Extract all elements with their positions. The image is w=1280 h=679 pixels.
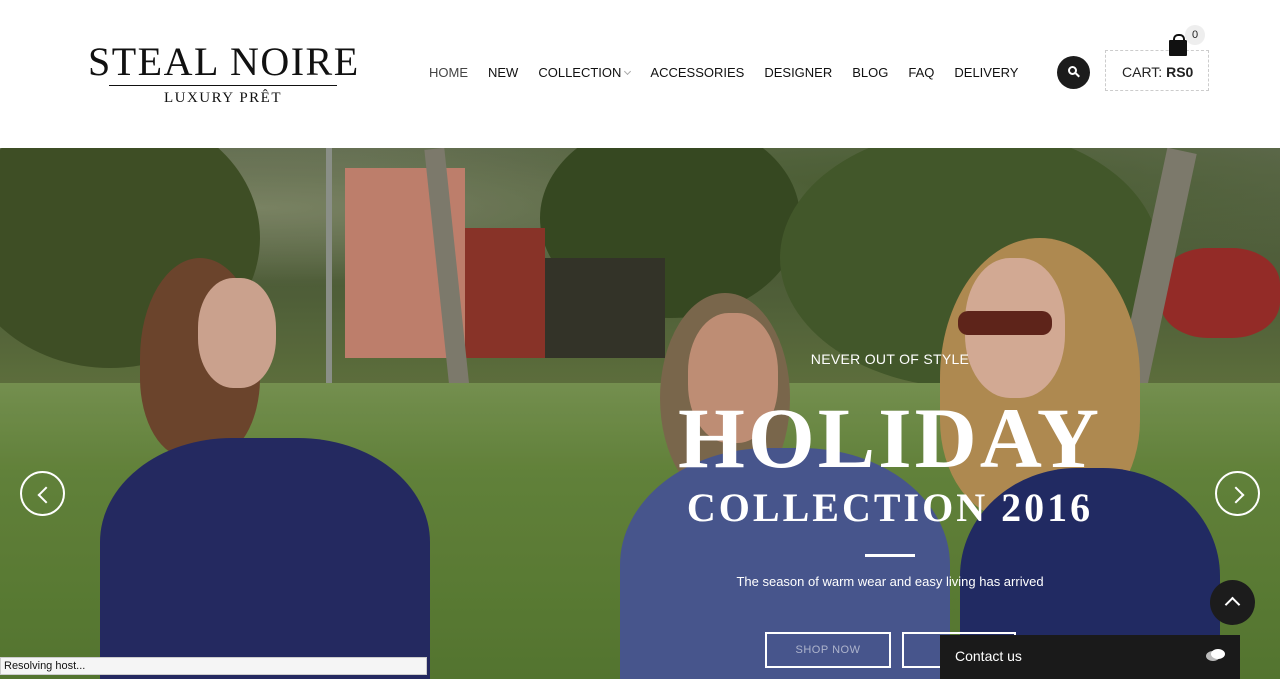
nav-item-label: ACCESSORIES [650, 65, 745, 80]
nav-item-new[interactable]: NEW [488, 64, 518, 81]
hero-description: The season of warm wear and easy living … [736, 574, 1044, 589]
logo-name: STEAL NOIRE [88, 39, 360, 84]
cart-summary: CART: RS0 [1122, 64, 1193, 80]
site-header: STEAL NOIRE LUXURY PRÊT HOME NEW COLLECT… [0, 0, 1280, 148]
nav-item-label: DESIGNER [764, 65, 833, 80]
hero-title: HOLIDAY [677, 390, 1103, 486]
nav-item-label: FAQ [908, 65, 935, 80]
shop-now-button[interactable]: SHOP NOW [765, 632, 891, 668]
browser-status-bar: Resolving host... [0, 657, 427, 675]
cart-button[interactable]: 0 CART: RS0 [1105, 25, 1209, 91]
hero-subtitle: NEVER OUT OF STYLE [810, 351, 970, 367]
chevron-down-icon [624, 67, 632, 75]
nav-item-accessories[interactable]: ACCESSORIES [650, 64, 744, 81]
chat-bubbles-icon [1206, 649, 1225, 662]
nav-item-label: DELIVERY [954, 65, 1019, 80]
slider-prev-button[interactable] [20, 471, 65, 516]
nav-item-label: HOME [429, 65, 468, 80]
hero-slider: NEVER OUT OF STYLE HOLIDAY COLLECTION 20… [0, 148, 1280, 679]
back-to-top-button[interactable] [1210, 580, 1255, 625]
logo[interactable]: STEAL NOIRE LUXURY PRÊT [88, 40, 358, 107]
nav-item-home[interactable]: HOME [429, 64, 468, 81]
shopping-bag-icon [1169, 34, 1187, 56]
logo-divider [109, 85, 337, 86]
nav-item-designer[interactable]: DESIGNER [764, 64, 832, 81]
nav-item-label: BLOG [852, 65, 889, 80]
cart-amount: RS0 [1166, 64, 1194, 80]
search-button[interactable] [1057, 56, 1090, 89]
logo-tagline: LUXURY PRÊT [163, 90, 283, 106]
contact-us-label: Contact us [955, 648, 1022, 664]
hero-title-secondary: COLLECTION 2016 [686, 485, 1094, 530]
cart-count-badge: 0 [1185, 25, 1205, 45]
nav-item-label: COLLECTION [538, 65, 622, 80]
hero-divider [865, 554, 915, 557]
main-nav: HOME NEW COLLECTION ACCESSORIES DESIGNER… [429, 64, 1018, 81]
nav-item-blog[interactable]: BLOG [852, 64, 888, 81]
nav-item-delivery[interactable]: DELIVERY [954, 64, 1018, 81]
contact-us-widget[interactable]: Contact us [940, 635, 1240, 679]
nav-item-collection[interactable]: COLLECTION [538, 64, 632, 81]
nav-item-faq[interactable]: FAQ [908, 64, 934, 81]
cart-label: CART: [1122, 64, 1163, 80]
nav-item-label: NEW [488, 65, 519, 80]
search-icon-handle [1075, 72, 1080, 78]
slider-next-button[interactable] [1215, 471, 1260, 516]
